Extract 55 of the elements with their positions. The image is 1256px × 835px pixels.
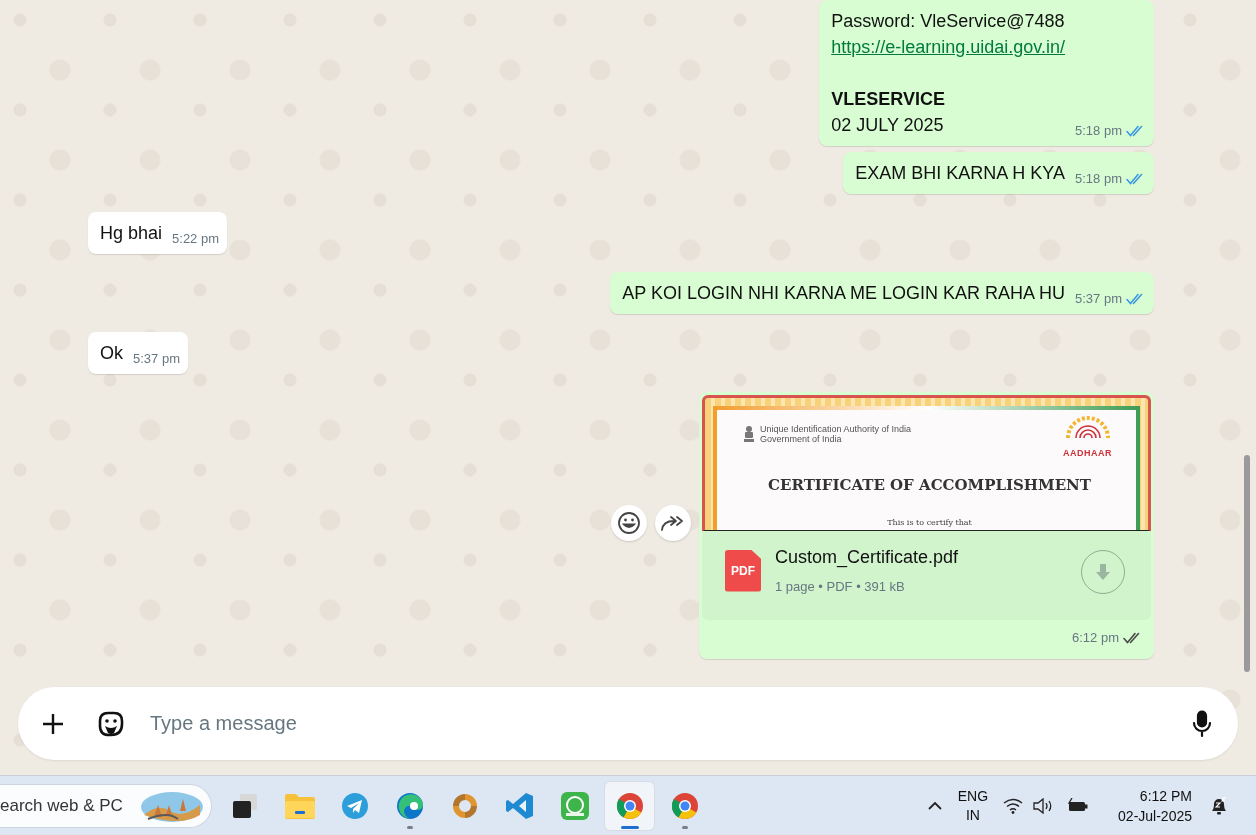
search-input[interactable]: earch web & PC: [0, 795, 140, 816]
message-time: 5:37 pm: [1075, 290, 1122, 308]
emblem-icon: [743, 425, 755, 443]
message-input-bar[interactable]: Type a message: [18, 687, 1238, 760]
wifi-button[interactable]: [1002, 797, 1025, 814]
edge-icon: [394, 790, 425, 821]
logo-text: AADHAAR: [1063, 447, 1112, 460]
plus-icon: [42, 712, 64, 735]
smiley-icon: [617, 511, 641, 535]
search-field[interactable]: earch web & PC: [0, 783, 212, 828]
message-time: 5:18 pm: [1075, 170, 1122, 188]
forward-icon: [660, 513, 686, 533]
task-view-icon: [230, 791, 259, 820]
messenger-app-icon: [559, 790, 590, 821]
organization-name: Unique Identification Authority of India: [760, 424, 912, 434]
microphone-icon: [1192, 709, 1212, 738]
fingerprint-sun-icon: [1064, 414, 1111, 440]
forward-button[interactable]: [655, 505, 691, 541]
bell-snooze-icon: [1209, 795, 1229, 816]
message-time: 5:22 pm: [172, 230, 220, 248]
battery-icon: [1067, 797, 1090, 814]
certificate-text: This is to certify that: [886, 517, 973, 529]
folder-icon: [283, 791, 316, 820]
download-icon: [1095, 562, 1111, 581]
message-text: AP KOI LOGIN NHI KARNA ME LOGIN KAR RAHA HU: [622, 282, 1065, 305]
file-details: 1 page • PDF • 391 kB: [775, 577, 906, 596]
language-button[interactable]: ENG IN: [957, 786, 989, 825]
message-time: 6:12 pm: [1072, 629, 1119, 647]
emoji-reaction-button[interactable]: [611, 505, 647, 541]
message-time: 5:18 pm: [1075, 122, 1122, 140]
certificate-title: CERTIFICATE OF ACCOMPLISHMENT: [767, 475, 1092, 496]
message-input[interactable]: Type a message: [148, 705, 1189, 742]
browser-icon: [614, 790, 645, 821]
message-time: 5:37 pm: [133, 350, 180, 368]
code-editor-icon: [504, 790, 535, 821]
show-hidden-icons-button[interactable]: [927, 801, 942, 810]
scrollbar-thumb[interactable]: [1244, 455, 1250, 672]
chevron-up-icon: [927, 801, 942, 810]
telegram-icon: [340, 791, 369, 820]
battery-button[interactable]: [1066, 797, 1091, 814]
file-name: Custom_Certificate.pdf: [775, 545, 960, 570]
file-card[interactable]: PDF Custom_Certificate.pdf 1 page • PDF • 391 kB: [702, 531, 1151, 620]
message-text: Hg bhai: [100, 222, 163, 245]
wifi-icon: [1003, 797, 1024, 814]
organization-subtitle: Government of India: [760, 434, 843, 444]
message-text: VLESERVICE: [831, 88, 946, 111]
message-text: Ok: [100, 342, 123, 365]
message-link[interactable]: https://e-learning.uidai.gov.in/: [831, 34, 1065, 60]
clock-button[interactable]: 6:12 PM 02-Jul-2025: [1118, 785, 1192, 826]
message-text: EXAM BHI KARNA H KYA: [855, 162, 1065, 185]
pdf-file-icon: PDF: [725, 549, 761, 592]
browser-icon: [669, 790, 700, 821]
document-preview[interactable]: Unique Identification Authority of India Government of India AADHAAR CERTIFICATE OF ACCOMPLISHMENT This is to certify that: [702, 395, 1151, 531]
message-text: Password: VleService@7488: [831, 10, 1065, 33]
message-text: 02 JULY 2025: [831, 114, 945, 137]
